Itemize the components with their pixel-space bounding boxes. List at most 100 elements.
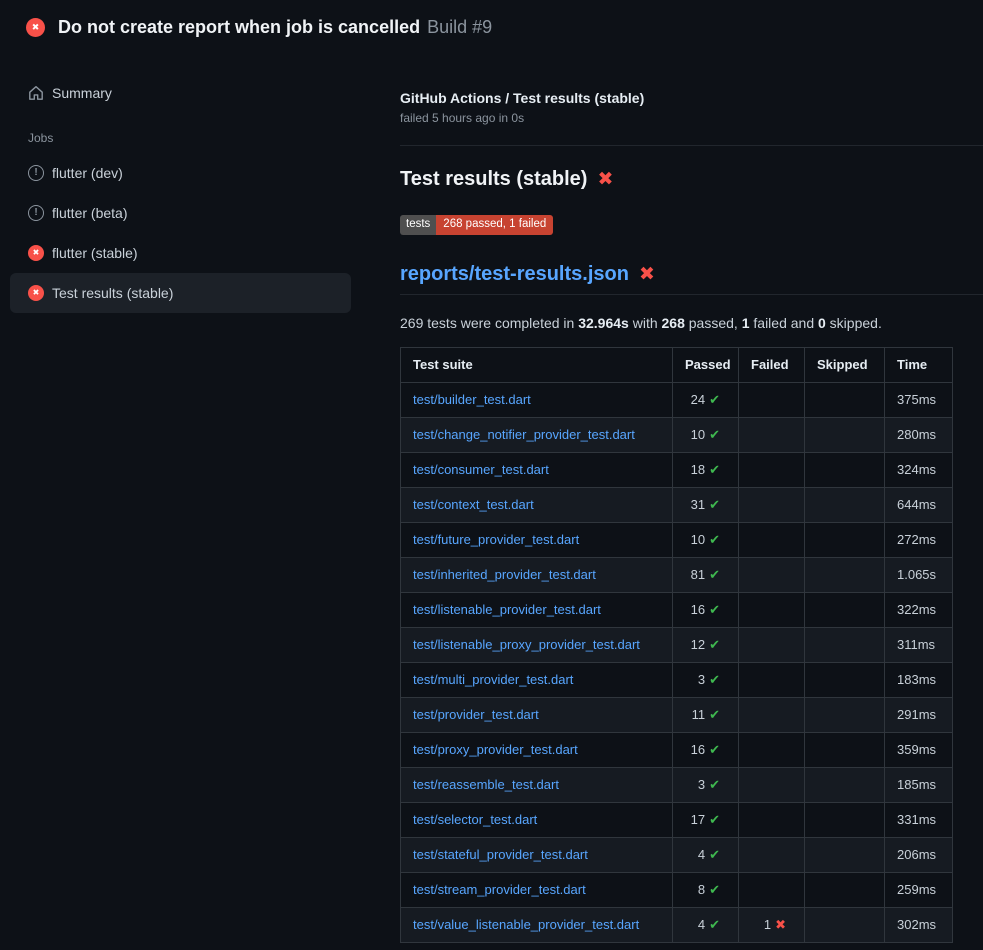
test-suite-link[interactable]: test/proxy_provider_test.dart <box>413 742 578 757</box>
table-row: test/inherited_provider_test.dart 81✔ 1.… <box>401 557 953 592</box>
suite-cell: test/listenable_provider_test.dart <box>401 592 673 627</box>
suite-cell: test/future_provider_test.dart <box>401 522 673 557</box>
suite-cell: test/change_notifier_provider_test.dart <box>401 417 673 452</box>
test-suite-link[interactable]: test/value_listenable_provider_test.dart <box>413 917 639 932</box>
sidebar-item-flutter-dev[interactable]: ! flutter (dev) <box>10 153 351 193</box>
passed-cell: 17✔ <box>673 802 739 837</box>
check-icon: ✔ <box>709 777 720 792</box>
failed-cell <box>739 592 805 627</box>
col-failed: Failed <box>739 347 805 382</box>
test-suite-link[interactable]: test/stream_provider_test.dart <box>413 882 586 897</box>
suite-cell: test/consumer_test.dart <box>401 452 673 487</box>
test-suite-link[interactable]: test/context_test.dart <box>413 497 534 512</box>
failed-cell <box>739 837 805 872</box>
time-cell: 311ms <box>885 627 953 662</box>
passed-cell: 11✔ <box>673 697 739 732</box>
suite-cell: test/proxy_provider_test.dart <box>401 732 673 767</box>
failed-cell <box>739 872 805 907</box>
passed-count: 10 <box>691 532 705 547</box>
check-icon: ✔ <box>709 707 720 722</box>
skipped-cell <box>805 802 885 837</box>
time-cell: 322ms <box>885 592 953 627</box>
sidebar-item-summary[interactable]: Summary <box>10 73 351 113</box>
check-icon: ✔ <box>709 392 720 407</box>
test-suite-link[interactable]: test/consumer_test.dart <box>413 462 549 477</box>
check-icon: ✔ <box>709 672 720 687</box>
passed-count: 17 <box>691 812 705 827</box>
sidebar-item-label: Summary <box>52 85 112 101</box>
time-cell: 272ms <box>885 522 953 557</box>
sidebar-item-flutter-beta[interactable]: ! flutter (beta) <box>10 193 351 233</box>
passed-count: 18 <box>691 462 705 477</box>
passed-count: 11 <box>692 707 706 722</box>
x-glyph: ✖ <box>32 23 40 32</box>
passed-cell: 3✔ <box>673 767 739 802</box>
check-icon: ✔ <box>709 637 720 652</box>
failed-count: 1 <box>764 917 771 932</box>
failed-cell <box>739 487 805 522</box>
x-icon: ✖ <box>775 917 786 932</box>
sidebar-item-test-results-stable[interactable]: ✖ Test results (stable) <box>10 273 351 313</box>
passed-count: 4 <box>698 847 705 862</box>
test-suite-link[interactable]: test/change_notifier_provider_test.dart <box>413 427 635 442</box>
passed-cell: 10 ✔ <box>673 522 739 557</box>
passed-cell: 12 ✔ <box>673 627 739 662</box>
test-suite-link[interactable]: test/selector_test.dart <box>413 812 537 827</box>
check-icon: ✔ <box>709 917 720 932</box>
failed-cell: 1✖ <box>739 907 805 942</box>
time-cell: 280ms <box>885 417 953 452</box>
page-title: Do not create report when job is cancell… <box>58 16 492 39</box>
check-icon: ✔ <box>709 847 720 862</box>
passed-count: 12 <box>691 637 705 652</box>
test-suite-link[interactable]: test/provider_test.dart <box>413 707 539 722</box>
test-suite-link[interactable]: test/inherited_provider_test.dart <box>413 567 596 582</box>
passed-count: 24 <box>691 392 705 407</box>
passed-cell: 24 ✔ <box>673 382 739 417</box>
check-icon: ✔ <box>709 532 720 547</box>
failed-cell <box>739 417 805 452</box>
table-row: test/listenable_proxy_provider_test.dart… <box>401 627 953 662</box>
test-suite-link[interactable]: test/multi_provider_test.dart <box>413 672 573 687</box>
sidebar-item-flutter-stable[interactable]: ✖ flutter (stable) <box>10 233 351 273</box>
results-table: Test suite Passed Failed Skipped Time te… <box>400 347 953 943</box>
home-icon <box>28 85 44 101</box>
test-suite-link[interactable]: test/reassemble_test.dart <box>413 777 559 792</box>
alert-circle-icon: ! <box>28 165 44 181</box>
section-title-text: Test results (stable) <box>400 168 587 191</box>
test-suite-link[interactable]: test/listenable_proxy_provider_test.dart <box>413 637 640 652</box>
time-cell: 291ms <box>885 697 953 732</box>
summary-text: skipped. <box>826 315 882 331</box>
table-row: test/context_test.dart 31✔ 644ms <box>401 487 953 522</box>
test-suite-link[interactable]: test/builder_test.dart <box>413 392 531 407</box>
test-suite-link[interactable]: test/future_provider_test.dart <box>413 532 579 547</box>
skipped-cell <box>805 907 885 942</box>
failed-cell <box>739 662 805 697</box>
main-content: GitHub Actions / Test results (stable) f… <box>400 90 983 943</box>
table-row: test/value_listenable_provider_test.dart… <box>401 907 953 942</box>
summary-duration: 32.964s <box>578 315 629 331</box>
run-status-line: failed 5 hours ago in 0s <box>400 111 983 125</box>
table-row: test/multi_provider_test.dart 3✔ 183ms <box>401 662 953 697</box>
tests-badge: tests 268 passed, 1 failed <box>400 215 553 235</box>
time-cell: 183ms <box>885 662 953 697</box>
table-row: test/provider_test.dart 11✔ 291ms <box>401 697 953 732</box>
summary-text: failed and <box>750 315 819 331</box>
test-suite-link[interactable]: test/listenable_provider_test.dart <box>413 602 601 617</box>
passed-count: 16 <box>691 742 705 757</box>
report-link[interactable]: reports/test-results.json <box>400 263 629 286</box>
passed-cell: 18✔ <box>673 452 739 487</box>
check-icon: ✔ <box>709 742 720 757</box>
skipped-cell <box>805 592 885 627</box>
time-cell: 185ms <box>885 767 953 802</box>
test-suite-link[interactable]: test/stateful_provider_test.dart <box>413 847 588 862</box>
passed-count: 8 <box>698 882 705 897</box>
results-table-body: test/builder_test.dart 24✔ 375ms test/ch… <box>401 382 953 942</box>
passed-count: 3 <box>698 777 705 792</box>
time-cell: 331ms <box>885 802 953 837</box>
failed-cell <box>739 627 805 662</box>
failed-cell <box>739 522 805 557</box>
table-row: test/listenable_provider_test.dart 16✔ 3… <box>401 592 953 627</box>
skipped-cell <box>805 382 885 417</box>
passed-cell: 16 ✔ <box>673 732 739 767</box>
alert-circle-icon: ! <box>28 205 44 221</box>
